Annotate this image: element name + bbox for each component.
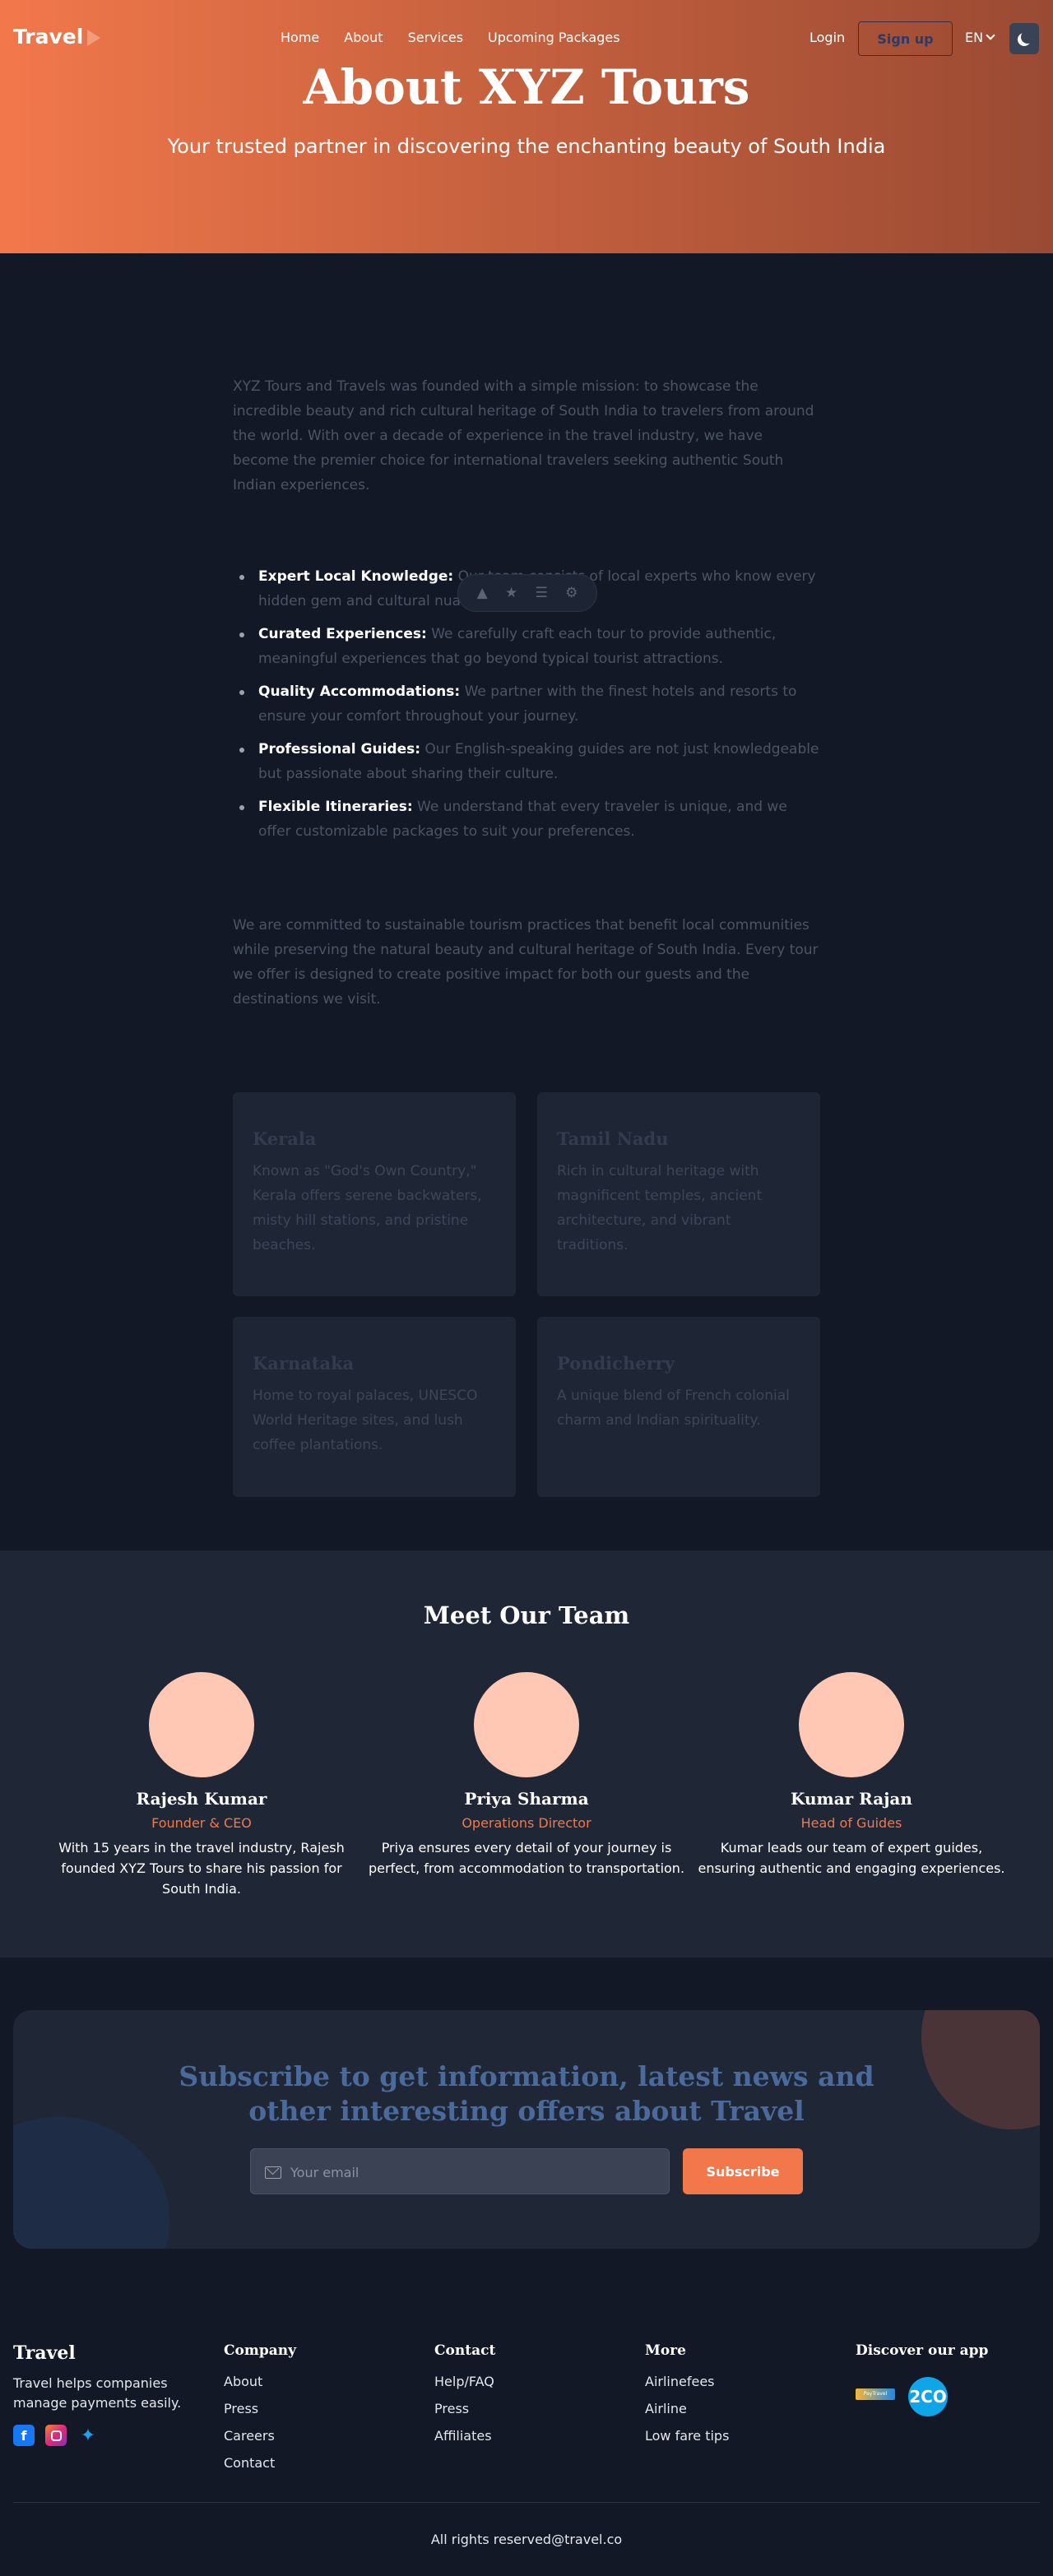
footer-column-app: Discover our app xyxy=(856,2342,988,2374)
twitter-icon[interactable]: ✦ xyxy=(77,2425,99,2446)
member-bio: With 15 years in the travel industry, Ra… xyxy=(58,1840,345,1897)
email-input[interactable] xyxy=(290,2149,661,2195)
team-member: Kumar Rajan Head of Guides Kumar leads o… xyxy=(691,1672,1012,1879)
sparkle-icon[interactable]: ★ xyxy=(505,585,517,601)
copyright-text: All rights reserved@travel.co xyxy=(430,2532,623,2547)
instagram-icon[interactable] xyxy=(45,2425,67,2446)
page-title: About XYZ Tours xyxy=(303,59,750,115)
member-bio: Kumar leads our team of expert guides, e… xyxy=(698,1840,1005,1876)
avatar xyxy=(799,1672,904,1777)
subscribe-section: Subscribe to get information, latest new… xyxy=(13,2010,1040,2249)
social-links: f ✦ xyxy=(13,2425,99,2446)
feature-title: Curated Experiences: xyxy=(258,626,427,642)
footer-link[interactable]: Low fare tips xyxy=(645,2428,729,2444)
theme-toggle-button[interactable] xyxy=(1009,23,1039,54)
nav-link-services[interactable]: Services xyxy=(408,30,463,45)
destination-card-kerala: Kerala Known as "God's Own Country," Ker… xyxy=(233,1092,516,1296)
footer-link[interactable]: Careers xyxy=(224,2428,296,2444)
footer-tagline: Travel helps companies manage payments e… xyxy=(13,2375,182,2411)
team-title: Meet Our Team xyxy=(423,1601,630,1629)
footer-column-more: More Airlinefees Airline Low fare tips xyxy=(645,2342,729,2455)
decorative-circle xyxy=(13,2117,169,2249)
footer-link[interactable]: Affiliates xyxy=(434,2428,495,2444)
signup-button[interactable]: Sign up xyxy=(858,21,953,56)
footer-link[interactable]: Press xyxy=(224,2401,296,2416)
team-member: Priya Sharma Operations Director Priya e… xyxy=(366,1672,687,1879)
feature-title: Professional Guides: xyxy=(258,741,421,758)
member-role: Operations Director xyxy=(462,1815,591,1831)
footer-link[interactable]: Press xyxy=(434,2401,495,2416)
card-title: Pondicherry xyxy=(557,1353,675,1374)
moon-icon xyxy=(1021,30,1034,44)
mail-icon xyxy=(265,2166,281,2179)
page-subtitle: Your trusted partner in discovering the … xyxy=(167,135,886,158)
team-member: Rajesh Kumar Founder & CEO With 15 years… xyxy=(41,1672,362,1899)
gear-icon[interactable]: ⚙ xyxy=(565,585,578,601)
decorative-circle xyxy=(921,2010,1040,2129)
about-commitment: We are committed to sustainable tourism … xyxy=(233,917,819,1008)
app-badge-2co[interactable]: 2CO xyxy=(908,2377,948,2416)
member-role: Founder & CEO xyxy=(151,1815,252,1831)
facebook-icon[interactable]: f xyxy=(13,2425,35,2446)
team-section: Meet Our Team Rajesh Kumar Founder & CEO… xyxy=(0,1550,1053,1957)
footer-divider xyxy=(13,2502,1040,2503)
list-item: Flexible Itineraries: We understand that… xyxy=(233,795,820,844)
list-icon[interactable]: ☰ xyxy=(536,585,548,601)
footer-column-title: Discover our app xyxy=(856,2342,989,2359)
member-bio: Priya ensures every detail of your journ… xyxy=(368,1840,685,1876)
subscribe-title: Subscribe to get information, latest new… xyxy=(179,2060,874,2127)
footer-link[interactable]: Airline xyxy=(645,2401,729,2416)
destination-card-pondicherry: Pondicherry A unique blend of French col… xyxy=(537,1317,820,1497)
member-name: Priya Sharma xyxy=(464,1789,589,1809)
about-intro: XYZ Tours and Travels was founded with a… xyxy=(233,378,814,493)
footer-link[interactable]: Contact xyxy=(224,2455,296,2471)
nav-link-packages[interactable]: Upcoming Packages xyxy=(488,30,620,45)
footer-column-title: Contact xyxy=(434,2342,496,2359)
card-text: A unique blend of French colonial charm … xyxy=(557,1388,790,1429)
footer-link[interactable]: Help/FAQ xyxy=(434,2374,495,2389)
chevron-down-icon xyxy=(986,30,995,40)
footer-logo[interactable]: Travel xyxy=(13,2342,76,2364)
card-text: Rich in cultural heritage with magnifice… xyxy=(557,1163,763,1253)
destination-card-karnataka: Karnataka Home to royal palaces, UNESCO … xyxy=(233,1317,516,1497)
list-item: Quality Accommodations: We partner with … xyxy=(233,679,820,729)
destination-card-tamil-nadu: Tamil Nadu Rich in cultural heritage wit… xyxy=(537,1092,820,1296)
footer-column-title: Company xyxy=(224,2342,296,2359)
card-title: Tamil Nadu xyxy=(557,1128,669,1149)
card-title: Kerala xyxy=(253,1128,317,1149)
footer-link[interactable]: About xyxy=(224,2374,296,2389)
floating-toolbar: ▲ ★ ☰ ⚙ xyxy=(457,574,597,612)
footer-column-company: Company About Press Careers Contact xyxy=(224,2342,296,2482)
member-role: Head of Guides xyxy=(800,1815,902,1831)
app-badge-paytravel[interactable]: PayTravel xyxy=(856,2388,895,2400)
feature-title: Flexible Itineraries: xyxy=(258,799,413,815)
member-name: Kumar Rajan xyxy=(791,1789,912,1809)
nav-link-about[interactable]: About xyxy=(344,30,383,45)
feature-title: Quality Accommodations: xyxy=(258,683,461,700)
footer-link[interactable]: Airlinefees xyxy=(645,2374,729,2389)
subscribe-button[interactable]: Subscribe xyxy=(683,2148,803,2194)
card-text: Home to royal palaces, UNESCO World Heri… xyxy=(253,1388,478,1453)
feature-title: Expert Local Knowledge: xyxy=(258,568,454,585)
avatar xyxy=(474,1672,579,1777)
logo-play-icon xyxy=(87,30,100,46)
list-item: Professional Guides: Our English-speakin… xyxy=(233,737,820,786)
footer-column-contact: Contact Help/FAQ Press Affiliates xyxy=(434,2342,495,2455)
card-text: Known as "God's Own Country," Kerala off… xyxy=(253,1163,482,1253)
card-title: Karnataka xyxy=(253,1353,355,1374)
nav-link-home[interactable]: Home xyxy=(281,30,319,45)
list-item: Curated Experiences: We carefully craft … xyxy=(233,622,820,671)
login-link[interactable]: Login xyxy=(809,30,845,45)
email-field xyxy=(250,2148,670,2195)
brush-icon[interactable]: ▲ xyxy=(477,585,488,601)
avatar xyxy=(149,1672,254,1777)
language-selector[interactable]: EN xyxy=(965,30,983,45)
nav-links: Home About Services Upcoming Packages xyxy=(281,30,645,45)
member-name: Rajesh Kumar xyxy=(136,1789,267,1809)
hero-section: Travel Home About Services Upcoming Pack… xyxy=(0,0,1053,253)
footer-column-title: More xyxy=(645,2342,686,2359)
site-logo[interactable]: Travel xyxy=(13,25,83,49)
